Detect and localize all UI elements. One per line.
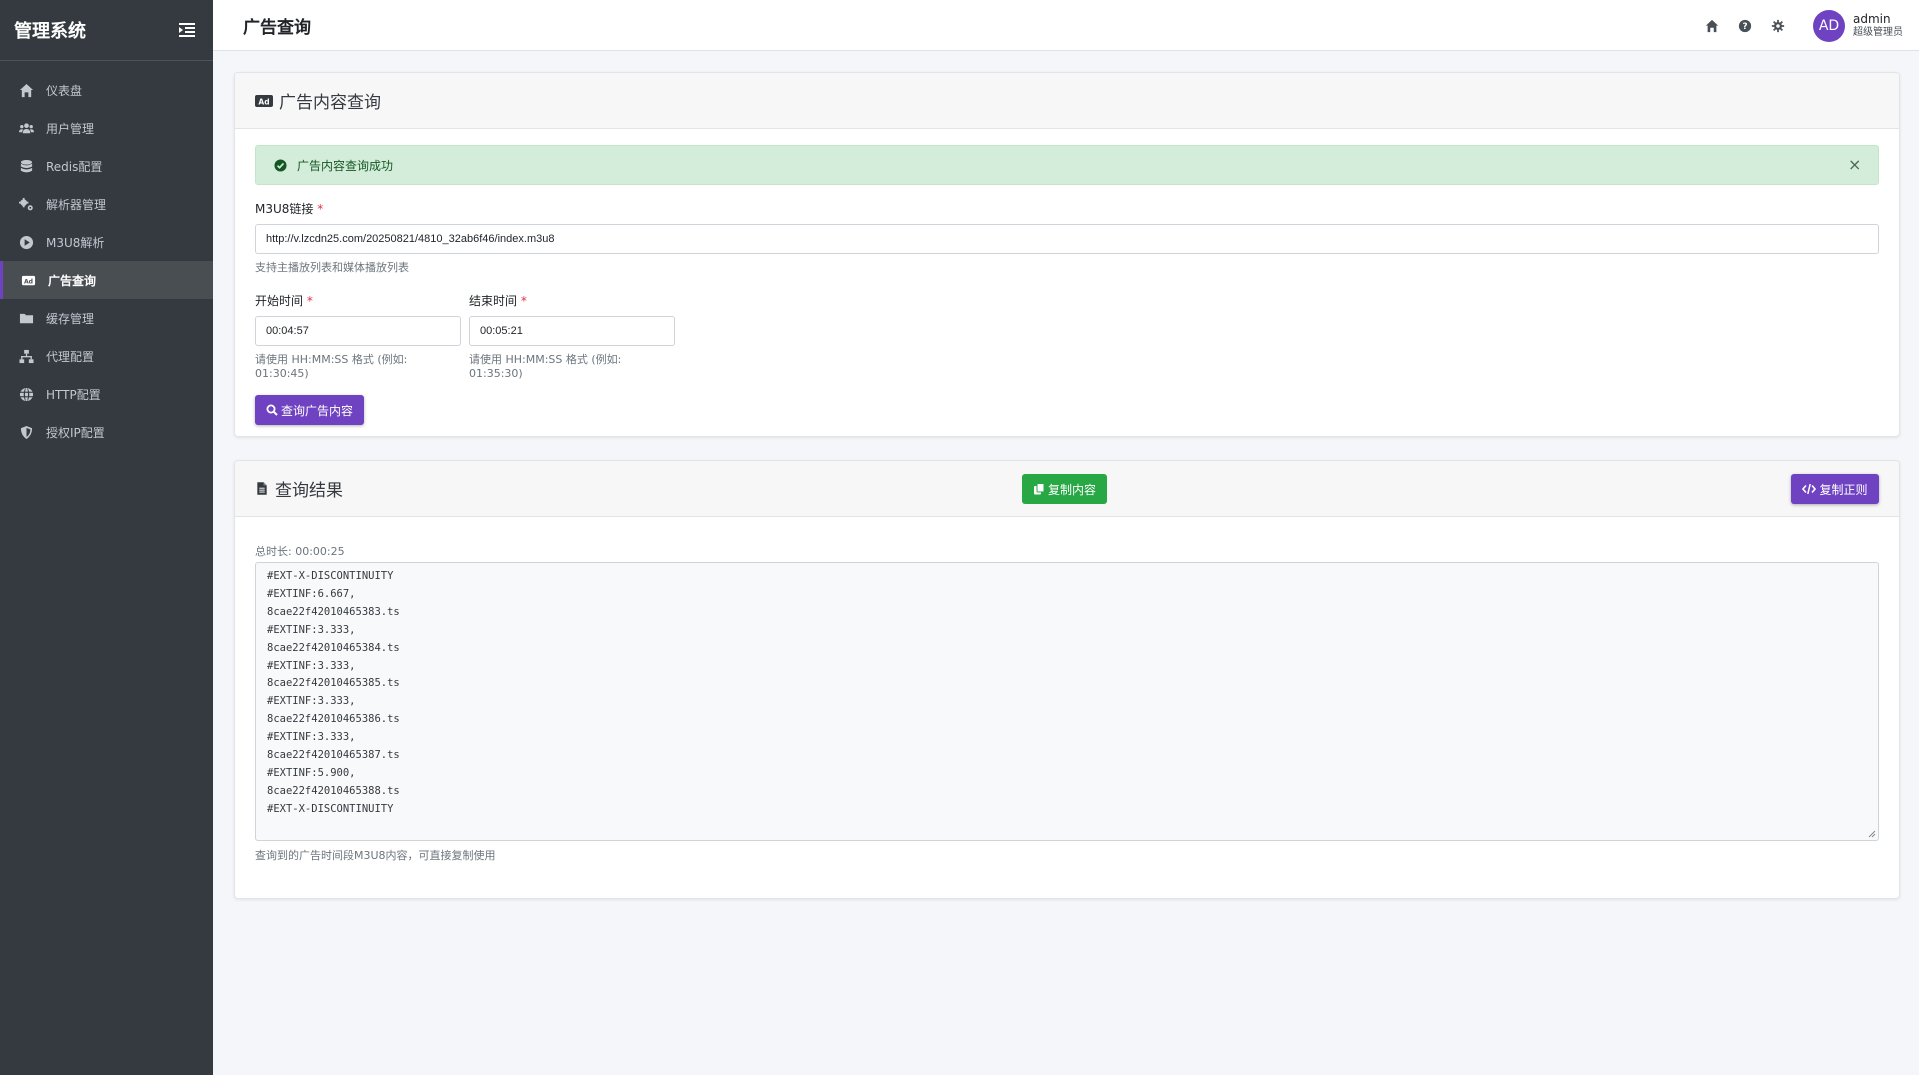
gear-icon[interactable]: [1771, 19, 1785, 33]
start-time-group: 开始时间 * 请使用 HH:MM:SS 格式 (例如: 01:30:45): [255, 292, 461, 380]
required-mark: *: [306, 294, 313, 308]
m3u8-url-input[interactable]: [255, 224, 1879, 254]
gears-icon: [18, 196, 34, 212]
user-role: 超级管理员: [1853, 26, 1903, 38]
alert-message: 广告内容查询成功: [297, 158, 394, 173]
sidebar-item-cache[interactable]: 缓存管理: [0, 299, 213, 337]
m3u8-field-group: M3U8链接 * 支持主播放列表和媒体播放列表: [255, 200, 1879, 275]
brand-bar: 管理系统: [0, 0, 213, 61]
card-header: Ad 广告内容查询: [235, 73, 1899, 129]
sitemap-icon: [18, 348, 34, 364]
end-time-label-text: 结束时间: [469, 294, 518, 308]
copy-icon: [1033, 483, 1045, 495]
sidebar-item-label: 解析器管理: [46, 197, 107, 212]
svg-text:?: ?: [1742, 22, 1747, 32]
m3u8-help-text: 支持主播放列表和媒体播放列表: [255, 261, 409, 274]
sidebar-item-label: 广告查询: [48, 273, 97, 288]
svg-text:Ad: Ad: [258, 97, 269, 106]
top-header: 广告查询 ? AD admin 超级管理员: [213, 0, 1919, 51]
user-info[interactable]: admin 超级管理员: [1853, 12, 1903, 40]
result-help-text: 查询到的广告时间段M3U8内容，可直接复制使用: [255, 849, 496, 862]
card-title: 查询结果: [255, 476, 343, 501]
start-time-label: 开始时间 *: [255, 292, 461, 309]
avatar[interactable]: AD: [1813, 9, 1845, 42]
end-time-label: 结束时间 *: [469, 292, 675, 309]
sidebar-item-auth-ip[interactable]: 授权IP配置: [0, 413, 213, 451]
copy-regex-button-label: 复制正则: [1819, 482, 1868, 497]
ad-icon: Ad: [20, 272, 36, 288]
users-icon: [18, 120, 34, 136]
sidebar-item-label: 授权IP配置: [46, 425, 105, 440]
start-time-help: 请使用 HH:MM:SS 格式 (例如: 01:30:45): [255, 353, 408, 380]
sidebar-item-label: HTTP配置: [46, 387, 101, 402]
play-circle-icon: [18, 234, 34, 250]
sidebar-item-proxy[interactable]: 代理配置: [0, 337, 213, 375]
required-mark: *: [317, 202, 324, 216]
m3u8-label: M3U8链接 *: [255, 200, 1879, 217]
sidebar-nav: 仪表盘 用户管理 Redis配置 解析器管理 M3U8解析 Ad 广告查询 缓存…: [0, 61, 213, 451]
sidebar-item-label: Redis配置: [46, 159, 103, 174]
help-icon[interactable]: ?: [1738, 19, 1752, 33]
card-header: 查询结果 复制内容 复制正则: [235, 461, 1899, 517]
sidebar-item-label: 仪表盘: [46, 83, 83, 98]
code-icon: [1802, 483, 1817, 495]
sidebar-item-users[interactable]: 用户管理: [0, 109, 213, 147]
user-name: admin: [1853, 11, 1891, 26]
home-icon[interactable]: [1705, 19, 1719, 33]
sidebar-item-label: 用户管理: [46, 121, 95, 136]
query-ad-button-label: 查询广告内容: [280, 403, 353, 418]
total-duration: 总时长: 00:00:25: [255, 545, 345, 558]
card-body: 总时长: 00:00:25 #EXT-X-DISCONTINUITY #EXTI…: [235, 517, 1899, 879]
card-body: 广告内容查询成功 × M3U8链接 * 支持主播放列表和媒体播放列表 开始时间 …: [235, 129, 1899, 441]
search-icon: [266, 404, 278, 416]
result-card: 查询结果 复制内容 复制正则 总时长: 00:00:25 #EXT-X-DISC…: [234, 460, 1900, 899]
card-title-text: 广告内容查询: [279, 93, 381, 113]
ad-icon: Ad: [255, 94, 273, 107]
page-title: 广告查询: [243, 17, 311, 38]
globe-icon: [18, 386, 34, 402]
ad-query-card: Ad 广告内容查询 广告内容查询成功 × M3U8链接 * 支持主播放列表和媒体…: [234, 72, 1900, 437]
copy-content-button[interactable]: 复制内容: [1022, 474, 1107, 504]
home-icon: [18, 82, 34, 98]
start-time-input[interactable]: [255, 316, 461, 346]
check-circle-icon: [274, 158, 287, 172]
sidebar-toggle-icon[interactable]: [179, 23, 195, 37]
copy-regex-button[interactable]: 复制正则: [1791, 474, 1879, 504]
header-actions: ? AD admin 超级管理员: [1686, 0, 1903, 51]
database-icon: [18, 158, 34, 174]
folder-icon: [18, 310, 34, 326]
time-row: 开始时间 * 请使用 HH:MM:SS 格式 (例如: 01:30:45) 结束…: [255, 292, 1879, 380]
svg-text:Ad: Ad: [23, 278, 32, 285]
sidebar-item-label: 代理配置: [46, 349, 95, 364]
m3u8-label-text: M3U8链接: [255, 202, 314, 216]
shield-icon: [18, 424, 34, 440]
sidebar-item-label: M3U8解析: [46, 235, 105, 250]
close-icon[interactable]: ×: [1848, 157, 1861, 173]
sidebar: 管理系统 仪表盘 用户管理 Redis配置 解析器管理 M3U8解析 Ad 广告…: [0, 0, 213, 1075]
start-time-label-text: 开始时间: [255, 294, 304, 308]
sidebar-item-ad-query[interactable]: Ad 广告查询: [0, 261, 213, 299]
result-content-text: #EXT-X-DISCONTINUITY #EXTINF:6.667, 8cae…: [267, 570, 400, 815]
sidebar-item-m3u8[interactable]: M3U8解析: [0, 223, 213, 261]
card-title-text: 查询结果: [275, 481, 343, 501]
end-time-help: 请使用 HH:MM:SS 格式 (例如: 01:35:30): [469, 353, 622, 380]
sidebar-item-http[interactable]: HTTP配置: [0, 375, 213, 413]
sidebar-item-label: 缓存管理: [46, 311, 95, 326]
result-content-textarea[interactable]: #EXT-X-DISCONTINUITY #EXTINF:6.667, 8cae…: [255, 562, 1879, 841]
sidebar-item-redis[interactable]: Redis配置: [0, 147, 213, 185]
copy-content-button-label: 复制内容: [1047, 482, 1096, 497]
card-title: Ad 广告内容查询: [255, 88, 381, 113]
end-time-input[interactable]: [469, 316, 675, 346]
end-time-group: 结束时间 * 请使用 HH:MM:SS 格式 (例如: 01:35:30): [469, 292, 675, 380]
brand-title: 管理系统: [14, 21, 86, 42]
file-icon: [257, 482, 267, 495]
resize-grip-icon[interactable]: [1868, 830, 1876, 838]
sidebar-item-dashboard[interactable]: 仪表盘: [0, 71, 213, 109]
success-alert: 广告内容查询成功 ×: [255, 145, 1879, 185]
sidebar-item-parser[interactable]: 解析器管理: [0, 185, 213, 223]
required-mark: *: [520, 294, 527, 308]
query-ad-button[interactable]: 查询广告内容: [255, 395, 364, 425]
